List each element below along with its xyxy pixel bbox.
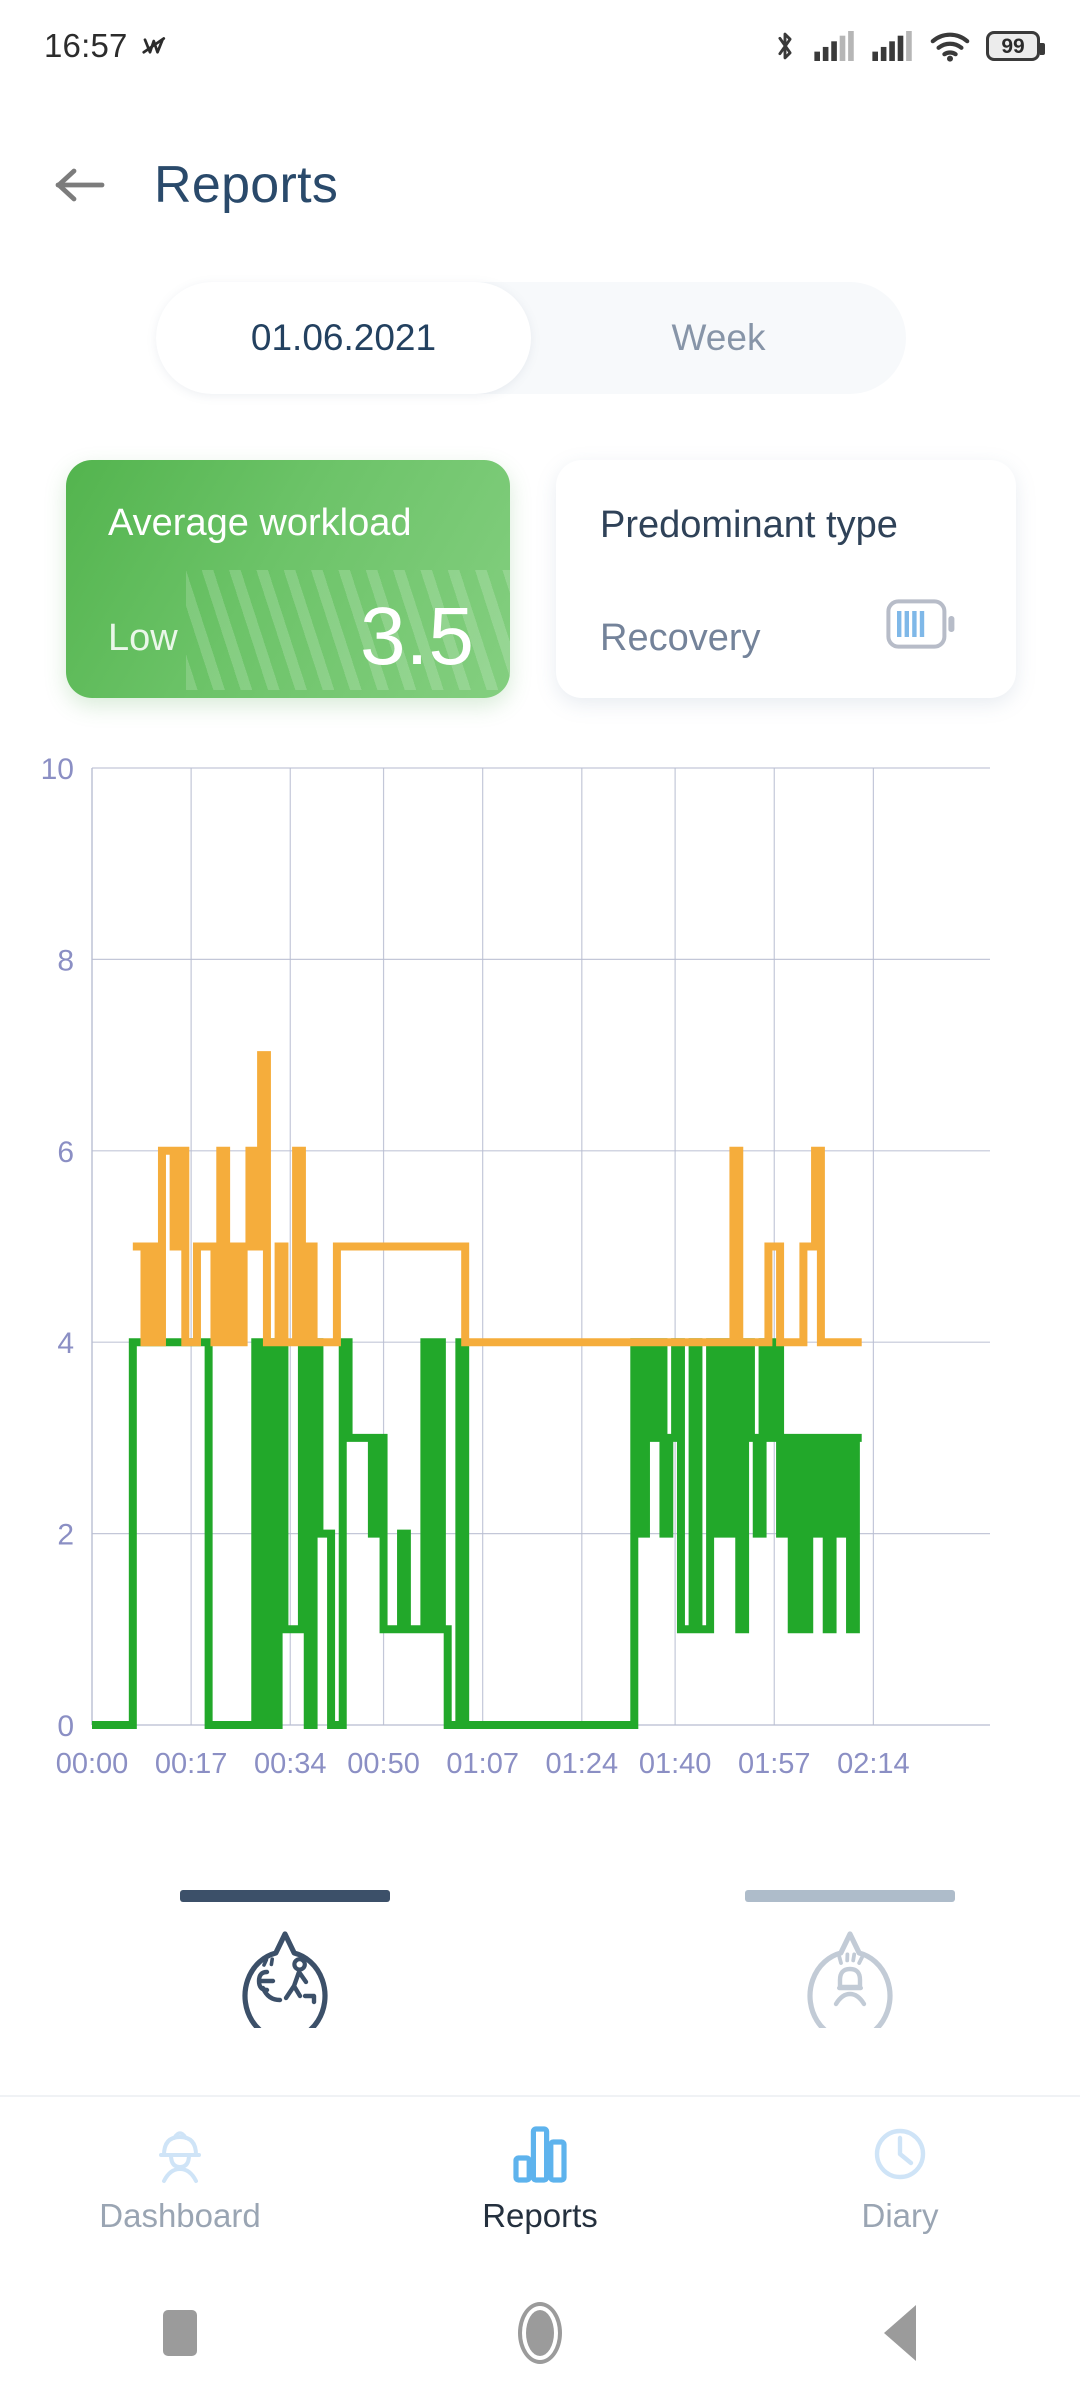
bluetooth-icon — [778, 32, 792, 60]
average-workload-title: Average workload — [108, 502, 412, 544]
recents-button[interactable] — [0, 2309, 360, 2356]
svg-text:01:40: 01:40 — [639, 1748, 712, 1780]
circle-icon — [518, 2301, 562, 2364]
segment-date[interactable]: 01.06.2021 — [156, 282, 531, 394]
average-workload-level: Low — [108, 617, 178, 659]
battery-icon: 99 — [986, 31, 1045, 61]
square-icon — [163, 2309, 197, 2356]
android-navigation-bar — [0, 2265, 1080, 2400]
svg-text:01:57: 01:57 — [738, 1748, 811, 1780]
svg-text:10: 10 — [41, 753, 74, 786]
home-button[interactable] — [360, 2301, 720, 2364]
svg-text:4: 4 — [57, 1327, 74, 1360]
nav-item-diary[interactable]: Diary — [720, 2123, 1080, 2235]
triangle-left-icon — [884, 2304, 916, 2361]
svg-text:00:50: 00:50 — [347, 1748, 420, 1780]
signal-sim2-icon — [872, 31, 912, 61]
bar-chart-icon — [513, 2125, 567, 2183]
clock-icon — [874, 2128, 926, 2179]
chart-canvas[interactable]: 0 2 4 6 8 10 00:00 00:17 00:34 00:50 01:07 01:24 01:… — [0, 740, 1080, 1880]
svg-text:0: 0 — [57, 1710, 74, 1743]
average-workload-card[interactable]: Average workload Low 3.5 — [66, 460, 510, 698]
svg-text:00:34: 00:34 — [254, 1748, 327, 1780]
segmented-track: 01.06.2021 Week — [156, 282, 906, 394]
svg-text:01:07: 01:07 — [446, 1748, 519, 1780]
svg-text:02:14: 02:14 — [837, 1748, 910, 1780]
worker-helmet-icon — [159, 2130, 201, 2183]
workload-timeline-chart[interactable]: 0 2 4 6 8 10 00:00 00:17 00:34 00:50 01:07 01:24 01:… — [0, 740, 1080, 1880]
average-workload-value: 3.5 — [360, 591, 474, 683]
activity-badge-icon — [237, 1928, 333, 2043]
app-screen: 16:57 99 Reports 01.06.2021 Week Average… — [0, 0, 1080, 2400]
segment-week[interactable]: Week — [531, 282, 906, 394]
status-bar-right: 99 — [772, 29, 1045, 63]
svg-text:01:24: 01:24 — [546, 1748, 619, 1780]
svg-text:00:00: 00:00 — [56, 1748, 129, 1780]
nav-label-diary: Diary — [861, 2196, 939, 2234]
svg-text:6: 6 — [57, 1136, 74, 1169]
back-arrow-icon — [55, 168, 105, 202]
nav-label-reports: Reports — [482, 2196, 598, 2234]
predominant-type-value: Recovery — [600, 617, 761, 659]
battery-recovery-icon — [886, 599, 958, 654]
chart-type-tabs — [0, 1890, 1080, 2060]
nav-label-dashboard: Dashboard — [99, 2196, 261, 2234]
summary-cards: Average workload Low 3.5 Predominant typ… — [0, 460, 1080, 700]
app-header: Reports — [0, 130, 1080, 240]
nav-item-reports[interactable]: Reports — [360, 2123, 720, 2235]
chart-tab-indicator-workload — [180, 1890, 390, 1902]
mute-icon — [141, 37, 165, 54]
bottom-navigation: Dashboard Reports Diary — [0, 2095, 1080, 2260]
period-segmented-control: 01.06.2021 Week — [156, 282, 906, 394]
chart-tab-indicator-stress — [745, 1890, 955, 1902]
predominant-type-title: Predominant type — [600, 504, 898, 546]
signal-sim1-icon — [814, 31, 854, 61]
status-bar-clock: 16:57 — [44, 27, 128, 64]
svg-text:8: 8 — [57, 944, 74, 977]
status-bar: 16:57 99 — [0, 0, 1080, 92]
chart-tab-stress[interactable] — [740, 1890, 960, 2043]
svg-text:2: 2 — [57, 1519, 74, 1552]
nav-item-dashboard[interactable]: Dashboard — [0, 2123, 360, 2235]
stress-badge-icon — [802, 1928, 898, 2043]
page-title: Reports — [154, 156, 339, 214]
wifi-icon — [930, 32, 970, 62]
chart-tab-workload[interactable] — [175, 1890, 395, 2043]
status-bar-left: 16:57 — [44, 27, 170, 65]
battery-level: 99 — [1001, 34, 1025, 58]
predominant-type-card[interactable]: Predominant type Recovery — [556, 460, 1016, 698]
back-button[interactable] — [52, 157, 108, 213]
svg-text:00:17: 00:17 — [155, 1748, 228, 1780]
back-button[interactable] — [720, 2304, 1080, 2361]
